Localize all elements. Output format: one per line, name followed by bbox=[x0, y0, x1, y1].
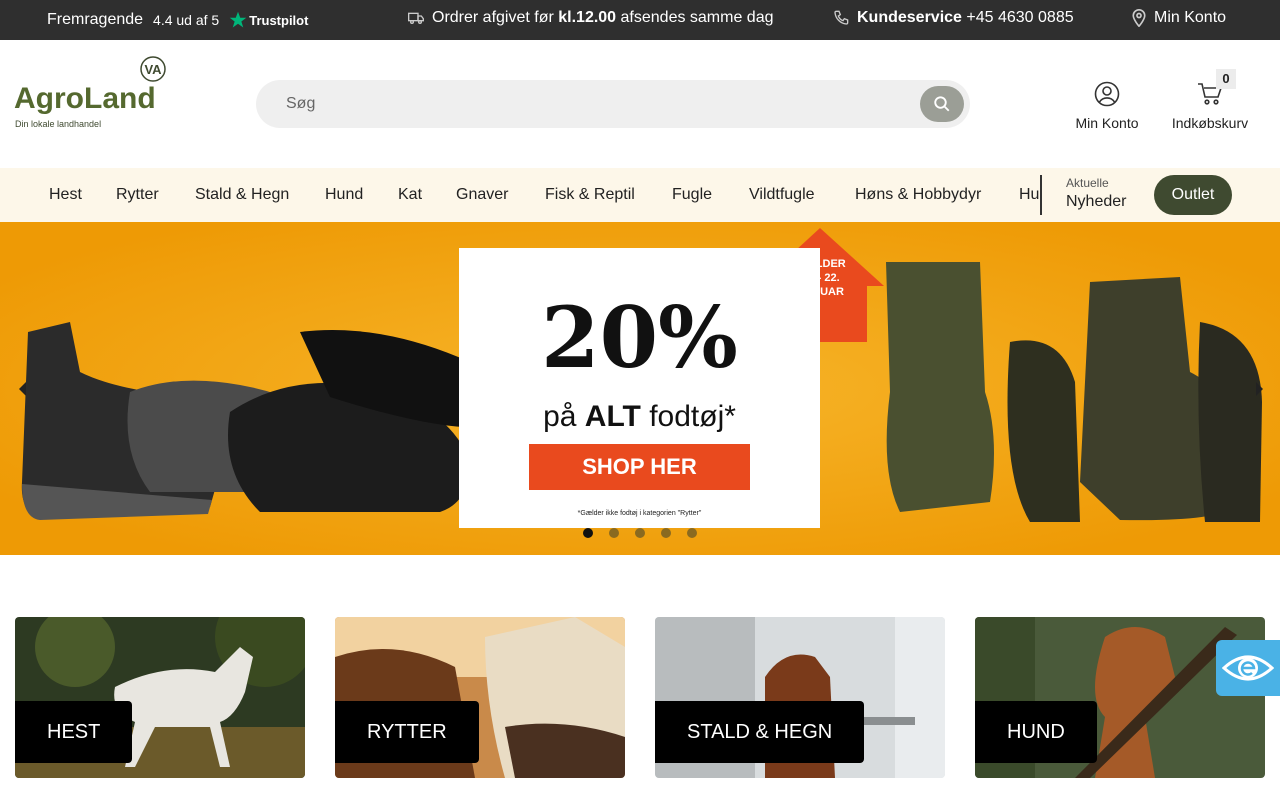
top-bar: Fremragende 4.4 ud af 5 Trustpilot Ordre… bbox=[0, 0, 1280, 40]
carousel-dot[interactable] bbox=[635, 528, 645, 538]
category-tile-hest[interactable]: HEST bbox=[15, 617, 305, 778]
carousel-prev-arrow-icon[interactable] bbox=[19, 382, 26, 396]
search-button[interactable] bbox=[920, 86, 964, 122]
category-tile-rytter[interactable]: RYTTER bbox=[335, 617, 625, 778]
news-eyebrow: Aktuelle bbox=[1066, 176, 1109, 190]
site-header: VA AgroLand Din lokale landhandel Min Ko… bbox=[0, 40, 1280, 168]
nav-item-truncated[interactable]: Hu bbox=[1019, 186, 1039, 204]
nav-item-hest[interactable]: Hest bbox=[49, 186, 82, 204]
phone-icon bbox=[834, 10, 849, 25]
nav-item-rytter[interactable]: Rytter bbox=[116, 186, 159, 204]
topbar-account-link[interactable]: Min Konto bbox=[1132, 9, 1226, 27]
nav-item-hund[interactable]: Hund bbox=[325, 186, 363, 204]
search-icon bbox=[934, 96, 950, 112]
nav-divider bbox=[1040, 175, 1042, 215]
hero-promo-card: 20% på ALT fodtøj* SHOP HER *Gælder ikke… bbox=[459, 248, 820, 528]
shop-now-button[interactable]: SHOP HER bbox=[529, 444, 750, 490]
hero-carousel[interactable]: GÆLDER 16.- 22. JANUAR 20% på ALT fodtøj… bbox=[0, 222, 1280, 555]
customer-service[interactable]: Kundeservice +45 4630 0885 bbox=[833, 9, 1074, 27]
carousel-dot[interactable] bbox=[687, 528, 697, 538]
hero-discount: 20% bbox=[541, 288, 738, 387]
carousel-dot[interactable] bbox=[609, 528, 619, 538]
nav-news-link[interactable]: Aktuelle Nyheder bbox=[1066, 176, 1126, 211]
carousel-dot[interactable] bbox=[583, 528, 593, 538]
category-tile-stald-hegn[interactable]: STALD & HEGN bbox=[655, 617, 945, 778]
trustpilot-logo: Trustpilot bbox=[229, 11, 308, 29]
agroland-logo[interactable]: VA AgroLand Din lokale landhandel bbox=[14, 56, 174, 136]
news-label: Nyheder bbox=[1066, 193, 1127, 210]
nav-item-vildtfugle[interactable]: Vildtfugle bbox=[749, 186, 815, 204]
trustpilot-widget[interactable]: Fremragende 4.4 ud af 5 Trustpilot bbox=[47, 11, 308, 29]
svg-text:AgroLand: AgroLand bbox=[14, 82, 156, 115]
outlet-button[interactable]: Outlet bbox=[1154, 175, 1232, 215]
hero-subline: på ALT fodtøj* bbox=[543, 400, 736, 433]
carousel-next-arrow-icon[interactable] bbox=[1256, 382, 1263, 396]
category-label: HUND bbox=[975, 701, 1097, 763]
account-label: Min Konto bbox=[1075, 115, 1139, 131]
cart-count-badge: 0 bbox=[1216, 69, 1236, 89]
user-circle-icon bbox=[1094, 81, 1120, 107]
cart-label: Indkøbskurv bbox=[1171, 115, 1249, 131]
shipping-notice: Ordrer afgivet før kl.12.00 afsendes sam… bbox=[408, 9, 774, 27]
accessibility-widget-button[interactable] bbox=[1216, 640, 1280, 696]
carousel-dots bbox=[583, 528, 697, 538]
trustpilot-star-icon bbox=[229, 11, 247, 28]
header-account-button[interactable]: Min Konto bbox=[1066, 80, 1148, 131]
cart-button[interactable]: 0 Indkøbskurv bbox=[1166, 69, 1254, 131]
nav-item-stald-hegn[interactable]: Stald & Hegn bbox=[195, 186, 289, 204]
rating-text: 4.4 ud af 5 bbox=[153, 12, 220, 28]
accessibility-eye-icon bbox=[1222, 655, 1274, 681]
nav-item-kat[interactable]: Kat bbox=[398, 186, 422, 204]
nav-item-hons-hobbydyr[interactable]: Høns & Hobbydyr bbox=[855, 186, 981, 204]
category-label: RYTTER bbox=[335, 701, 479, 763]
nav-item-fugle[interactable]: Fugle bbox=[672, 186, 712, 204]
hero-fineprint: *Gælder ikke fodtøj i kategorien "Rytter… bbox=[577, 510, 702, 517]
svg-text:VA: VA bbox=[144, 62, 162, 77]
rating-word: Fremragende bbox=[47, 11, 144, 28]
main-nav: Hest Rytter Stald & Hegn Hund Kat Gnaver… bbox=[0, 168, 1280, 222]
nav-item-gnaver[interactable]: Gnaver bbox=[456, 186, 508, 204]
truck-icon bbox=[408, 12, 424, 24]
carousel-dot[interactable] bbox=[661, 528, 671, 538]
nav-item-fisk-reptil[interactable]: Fisk & Reptil bbox=[545, 186, 635, 204]
location-pin-icon bbox=[1132, 9, 1146, 27]
search-bar bbox=[256, 80, 970, 128]
category-label: HEST bbox=[15, 701, 133, 763]
search-input[interactable] bbox=[286, 92, 886, 116]
category-label: STALD & HEGN bbox=[655, 701, 865, 763]
svg-text:Din lokale landhandel: Din lokale landhandel bbox=[15, 119, 101, 129]
